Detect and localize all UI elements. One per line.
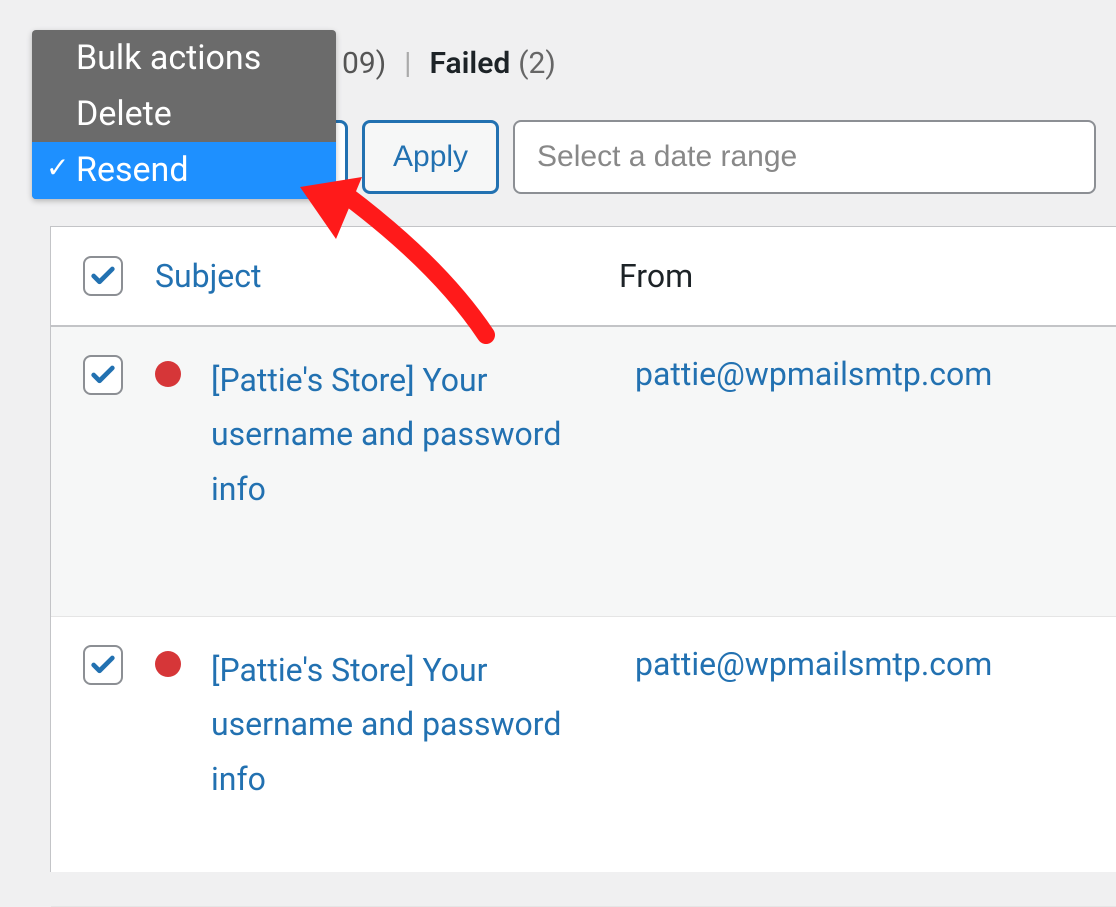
row-checkbox[interactable] — [83, 355, 123, 395]
select-all-checkbox[interactable] — [83, 256, 123, 296]
row-from[interactable]: pattie@wpmailsmtp.com — [635, 353, 1084, 590]
status-failed-icon — [155, 361, 181, 387]
check-icon — [89, 262, 117, 290]
status-cell — [155, 353, 187, 590]
bulk-action-dropdown[interactable]: Bulk actions Delete Resend — [32, 30, 336, 199]
table-body: [Pattie's Store] Your username and passw… — [51, 327, 1116, 907]
dropdown-item-bulk-actions[interactable]: Bulk actions — [32, 30, 336, 86]
count-partial: 09) — [342, 46, 386, 81]
table-row: [Pattie's Store] Your username and passw… — [51, 327, 1116, 617]
email-log-table: Subject From [Pattie's Store] Your usern… — [50, 226, 1116, 872]
dropdown-item-resend[interactable]: Resend — [32, 142, 336, 198]
table-header: Subject From — [51, 227, 1116, 327]
status-cell — [155, 643, 187, 880]
check-icon — [89, 651, 117, 679]
tab-divider: | — [404, 46, 411, 81]
column-header-from: From — [619, 257, 1084, 295]
check-icon — [89, 361, 117, 389]
status-failed-icon — [155, 651, 181, 677]
row-checkbox-cell — [83, 353, 131, 590]
filter-status-text: 09) | Failed (2) — [342, 46, 556, 81]
row-from[interactable]: pattie@wpmailsmtp.com — [635, 643, 1084, 880]
table-row: [Pattie's Store] Your username and passw… — [51, 617, 1116, 907]
select-all-cell — [83, 256, 131, 296]
column-header-subject[interactable]: Subject — [155, 257, 595, 295]
column-header-subject-label: Subject — [155, 257, 261, 295]
row-checkbox[interactable] — [83, 645, 123, 685]
tab-failed-label[interactable]: Failed — [430, 46, 511, 81]
row-subject[interactable]: [Pattie's Store] Your username and passw… — [211, 643, 611, 880]
date-range-input[interactable] — [513, 120, 1096, 194]
tab-failed-count: (2) — [518, 46, 556, 81]
row-subject[interactable]: [Pattie's Store] Your username and passw… — [211, 353, 611, 590]
dropdown-item-delete[interactable]: Delete — [32, 86, 336, 142]
row-checkbox-cell — [83, 643, 131, 880]
apply-button[interactable]: Apply — [362, 120, 499, 194]
